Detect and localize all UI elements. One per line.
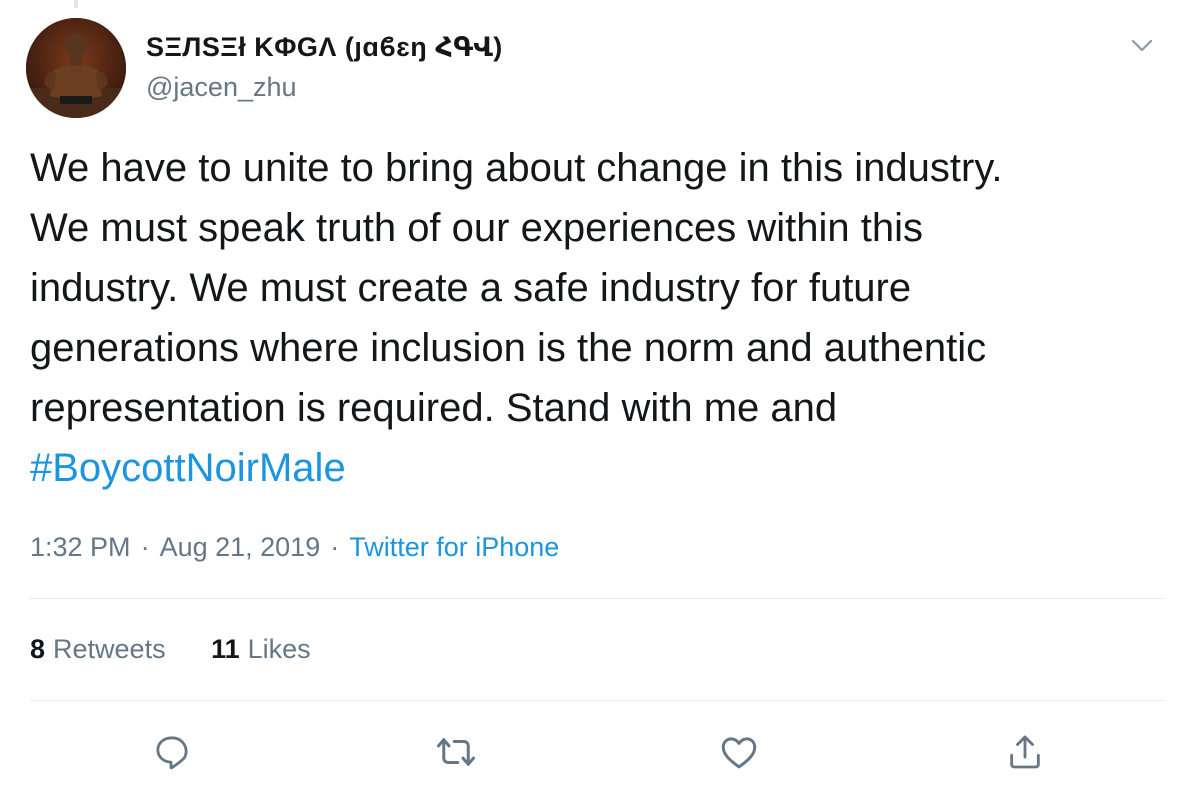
tweet-text-line: We have to unite to bring about change i… [30,146,1003,190]
tweet-date[interactable]: Aug 21, 2019 [160,532,321,562]
author-handle[interactable]: @jacen_zhu [146,72,297,103]
tweet-source-link[interactable]: Twitter for iPhone [349,532,559,562]
tweet-metadata: 1:32 PM · Aug 21, 2019 · Twitter for iPhone [30,532,559,563]
tweet-text-line: We must speak truth of our experiences w… [30,206,924,250]
thread-connector-line [74,0,78,8]
tweet-actions [0,728,1190,776]
retweet-icon [437,738,475,766]
heart-icon [721,737,757,769]
retweet-button[interactable] [432,728,480,776]
divider [30,700,1164,701]
meta-separator: · [330,532,340,562]
tweet-text: We have to unite to bring about change i… [30,138,1165,498]
share-button[interactable] [1001,728,1049,776]
like-button[interactable] [715,728,763,776]
retweets-stat[interactable]: 8 Retweets [30,634,166,665]
retweets-label: Retweets [53,634,166,664]
avatar-image [26,18,126,118]
tweet-text-line: industry. We must create a safe industry… [30,266,912,310]
divider [30,598,1164,599]
avatar[interactable] [26,18,126,118]
tweet-time[interactable]: 1:32 PM [30,532,131,562]
likes-label: Likes [247,634,311,664]
tweet-stats: 8 Retweets 11 Likes [30,634,349,665]
tweet-text-line: representation is required. Stand with m… [30,386,838,430]
reply-button[interactable] [148,728,196,776]
tweet-text-line: generations where inclusion is the norm … [30,326,987,370]
likes-stat[interactable]: 11 Likes [211,634,311,665]
comment-icon [156,736,188,770]
author-display-name[interactable]: SΞЛSΞł KΦGΛ (ȷɑϐɛŋ ՀԳՎ) [146,32,503,63]
hashtag-link[interactable]: #BoycottNoirMale [30,446,346,490]
share-icon [1010,735,1040,769]
retweets-count: 8 [30,634,46,664]
meta-separator: · [140,532,150,562]
likes-count: 11 [211,634,240,664]
chevron-down-icon[interactable] [1126,30,1158,62]
tweet-header: SΞЛSΞł KΦGΛ (ȷɑϐɛŋ ՀԳՎ) @jacen_zhu [26,18,1166,118]
